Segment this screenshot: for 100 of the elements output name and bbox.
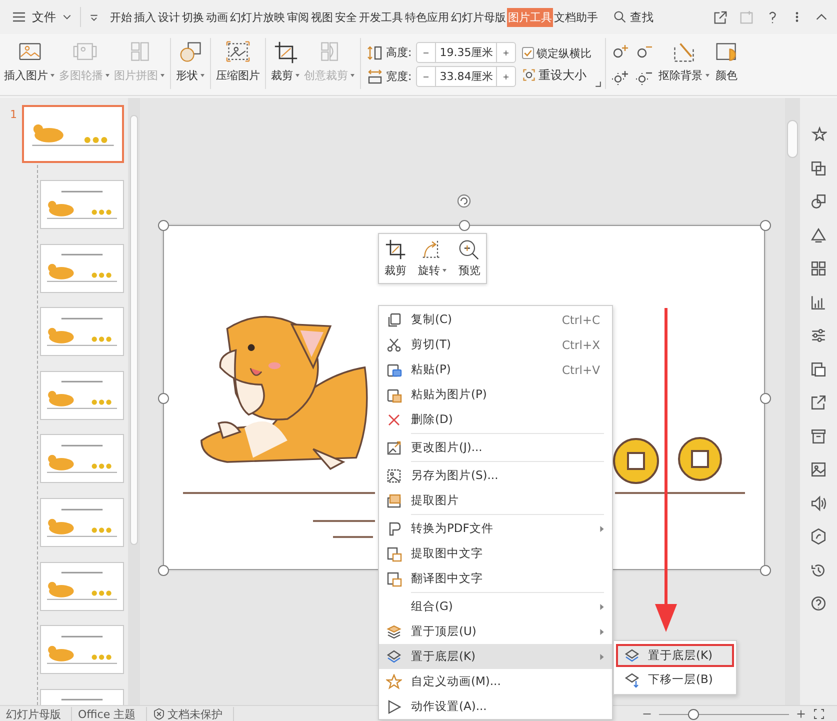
layout-thumbnail[interactable] bbox=[40, 244, 124, 293]
layout-thumbnail[interactable] bbox=[40, 307, 124, 356]
star-icon[interactable] bbox=[810, 126, 827, 143]
ribbon-tab[interactable]: 设计 bbox=[157, 8, 181, 26]
ribbon-tab[interactable]: 文档助手 bbox=[553, 8, 599, 26]
contrast-up-icon[interactable] bbox=[610, 68, 631, 86]
ribbon-tab[interactable]: 开发工具 bbox=[358, 8, 404, 26]
ribbon-tab[interactable]: 幻灯片放映 bbox=[229, 8, 286, 26]
menu-item[interactable]: 置于顶层(U) bbox=[379, 619, 612, 644]
share-icon[interactable] bbox=[810, 394, 827, 411]
color-button[interactable]: 颜色 bbox=[712, 34, 742, 95]
scissors-icon bbox=[386, 336, 402, 352]
resize-handle[interactable] bbox=[760, 565, 771, 576]
triangle-icon[interactable] bbox=[810, 226, 827, 244]
history-icon[interactable] bbox=[810, 562, 827, 578]
ribbon-tab[interactable]: 开始 bbox=[109, 8, 133, 26]
layout-thumbnail[interactable] bbox=[40, 370, 124, 420]
width-field[interactable]: 33.84厘米 bbox=[436, 66, 496, 87]
help-icon[interactable] bbox=[810, 595, 827, 612]
swap-icon[interactable] bbox=[810, 160, 827, 176]
ribbon-tab[interactable]: 安全 bbox=[334, 8, 358, 26]
resize-handle[interactable] bbox=[459, 220, 470, 231]
file-menu-button[interactable]: 文件 bbox=[12, 8, 72, 26]
ribbon-tab[interactable]: 视图 bbox=[310, 8, 334, 26]
mini-toolbar-button[interactable]: 旋转 bbox=[418, 239, 447, 278]
menu-item[interactable]: 提取图片 bbox=[379, 488, 612, 513]
status-item: 文档未保护 bbox=[146, 706, 234, 721]
search-button[interactable]: 查找 bbox=[613, 10, 654, 24]
scrollbar-thumb[interactable] bbox=[787, 120, 798, 158]
hexagon-icon[interactable] bbox=[810, 528, 827, 545]
menu-item[interactable]: 另存为图片(S)... bbox=[379, 463, 612, 488]
gallery-icon[interactable] bbox=[810, 360, 827, 378]
menu-item[interactable]: 置于底层(K) bbox=[379, 644, 612, 669]
slide-thumbnail[interactable] bbox=[22, 105, 124, 163]
menu-item[interactable]: 剪切(T) Ctrl+X bbox=[379, 332, 612, 357]
resize-handle[interactable] bbox=[760, 220, 771, 231]
menu-item[interactable]: 粘贴(P) Ctrl+V bbox=[379, 357, 612, 382]
resize-handle[interactable] bbox=[760, 392, 771, 404]
ribbon-button[interactable]: 插入图片 bbox=[2, 34, 57, 95]
menu-item[interactable]: 转换为PDF文件 bbox=[379, 516, 612, 541]
speaker-icon[interactable] bbox=[810, 494, 827, 512]
resize-handle[interactable] bbox=[158, 565, 169, 576]
menu-item[interactable]: 置于底层(K) bbox=[616, 644, 734, 667]
ribbon-tab[interactable]: 幻灯片母版 bbox=[450, 8, 507, 26]
menu-item[interactable]: 下移一层(B) bbox=[616, 668, 734, 691]
menu-item[interactable]: 提取图中文字 bbox=[379, 541, 612, 566]
ribbon-tab[interactable]: 切换 bbox=[181, 8, 205, 26]
ribbon-button[interactable]: 形状 bbox=[174, 34, 207, 95]
remove-background-button[interactable]: 抠除背景 bbox=[656, 34, 712, 95]
menu-item[interactable]: 动作设置(A)... bbox=[379, 694, 612, 719]
play-outline-icon bbox=[386, 698, 402, 714]
rotate-handle-icon[interactable] bbox=[457, 194, 471, 208]
ribbon-tab[interactable]: 特色应用 bbox=[404, 8, 450, 26]
search-icon bbox=[613, 10, 627, 24]
zoom-slider-thumb[interactable] bbox=[688, 708, 699, 720]
crop-icon bbox=[384, 239, 407, 261]
menu-item[interactable]: 复制(C) Ctrl+C bbox=[379, 307, 612, 332]
zoom-preview-icon bbox=[458, 239, 480, 261]
chevron-down-icon bbox=[62, 12, 72, 22]
menu-item[interactable]: 组合(G) bbox=[379, 594, 612, 619]
status-item: 幻灯片母版 bbox=[0, 706, 72, 721]
menu-item[interactable]: 删除(D) bbox=[379, 407, 612, 432]
ribbon-tab[interactable]: 审阅 bbox=[286, 8, 310, 26]
menu-item[interactable]: 翻译图中文字 bbox=[379, 566, 612, 591]
mini-toolbar-button[interactable]: 预览 bbox=[458, 239, 480, 278]
reset-size-button[interactable]: 重设大小 bbox=[522, 66, 592, 84]
share-icon[interactable] bbox=[713, 10, 728, 24]
fit-screen-icon[interactable] bbox=[813, 708, 825, 720]
layers-top-icon bbox=[386, 624, 402, 640]
menu-item[interactable]: 自定义动画(M)... bbox=[379, 669, 612, 694]
layout-thumbnail[interactable] bbox=[40, 562, 124, 611]
bar-chart-icon[interactable] bbox=[810, 294, 827, 310]
resize-handle[interactable] bbox=[158, 392, 169, 404]
menu-item[interactable]: 更改图片(J)... bbox=[379, 435, 612, 460]
dialog-launcher-icon[interactable] bbox=[594, 80, 602, 88]
lock-aspect-checkbox[interactable]: 锁定纵横比 bbox=[522, 46, 592, 60]
shapes-icon[interactable] bbox=[810, 193, 827, 210]
height-field[interactable]: 19.35厘米 bbox=[436, 42, 496, 63]
ribbon-tab[interactable]: 动画 bbox=[205, 8, 229, 26]
sliders-icon[interactable] bbox=[810, 327, 827, 344]
layout-thumbnail[interactable] bbox=[40, 625, 124, 674]
archive-icon[interactable] bbox=[810, 428, 827, 444]
thumbnail-drawing bbox=[47, 442, 117, 475]
ribbon-tab[interactable]: 插入 bbox=[133, 8, 157, 26]
brightness-up-icon[interactable] bbox=[610, 42, 631, 60]
ribbon-button[interactable]: 裁剪 bbox=[269, 34, 302, 95]
mini-toolbar-button[interactable]: 裁剪 bbox=[384, 239, 407, 278]
layout-thumbnail[interactable] bbox=[40, 498, 124, 547]
image-icon[interactable] bbox=[810, 461, 827, 478]
increase-button[interactable] bbox=[496, 42, 516, 63]
increase-button[interactable] bbox=[496, 66, 516, 87]
zoom-in-icon[interactable] bbox=[795, 708, 807, 720]
grid-icon[interactable] bbox=[810, 260, 827, 277]
layout-thumbnail[interactable] bbox=[40, 180, 124, 229]
scrollbar-thumb[interactable] bbox=[130, 115, 138, 545]
resize-handle[interactable] bbox=[158, 220, 169, 231]
menu-item[interactable]: 粘贴为图片(P) bbox=[379, 382, 612, 407]
layout-thumbnail[interactable] bbox=[40, 434, 124, 484]
ribbon-button[interactable]: 压缩图片 bbox=[214, 34, 262, 95]
height-icon bbox=[367, 44, 383, 60]
